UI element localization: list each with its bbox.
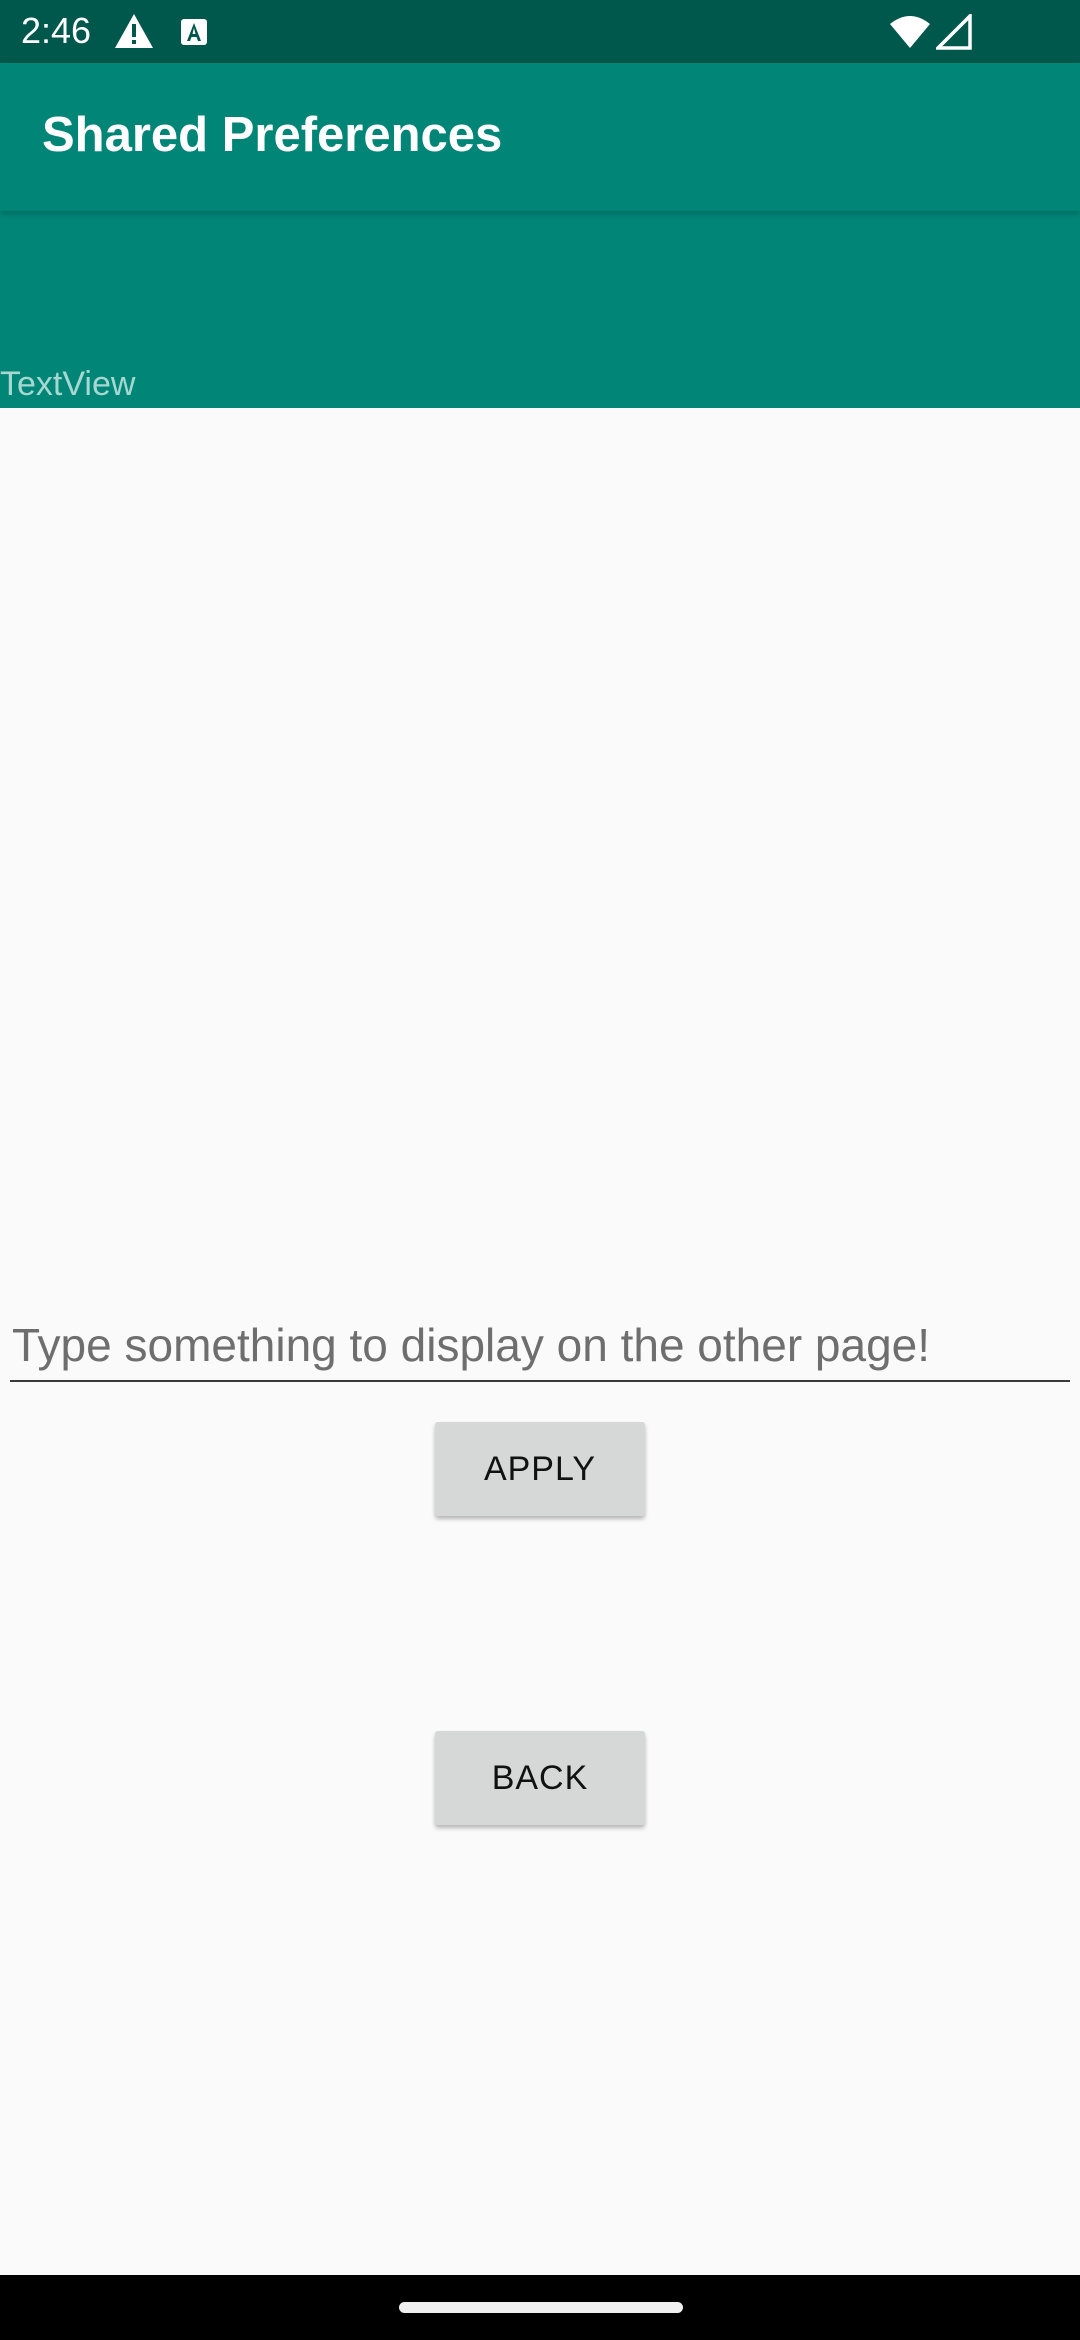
warning-icon — [115, 14, 153, 48]
screen: 2:46 Shared Preferences TextView APPLY B… — [0, 0, 1080, 2340]
navigation-bar — [0, 2275, 1080, 2340]
wifi-icon — [890, 16, 930, 48]
app-title: Shared Preferences — [42, 108, 503, 162]
status-time: 2:46 — [21, 10, 92, 51]
a-square-icon — [181, 19, 207, 45]
message-input[interactable] — [10, 1310, 1070, 1382]
app-bar: Shared Preferences — [0, 63, 1080, 211]
textview-label: TextView — [0, 365, 136, 403]
home-gesture-handle[interactable] — [399, 2302, 683, 2313]
back-button[interactable]: BACK — [435, 1731, 645, 1825]
header-textview-container: TextView — [0, 211, 1080, 408]
signal-icon — [936, 14, 972, 50]
apply-button[interactable]: APPLY — [435, 1422, 645, 1516]
status-bar: 2:46 — [0, 0, 1080, 63]
